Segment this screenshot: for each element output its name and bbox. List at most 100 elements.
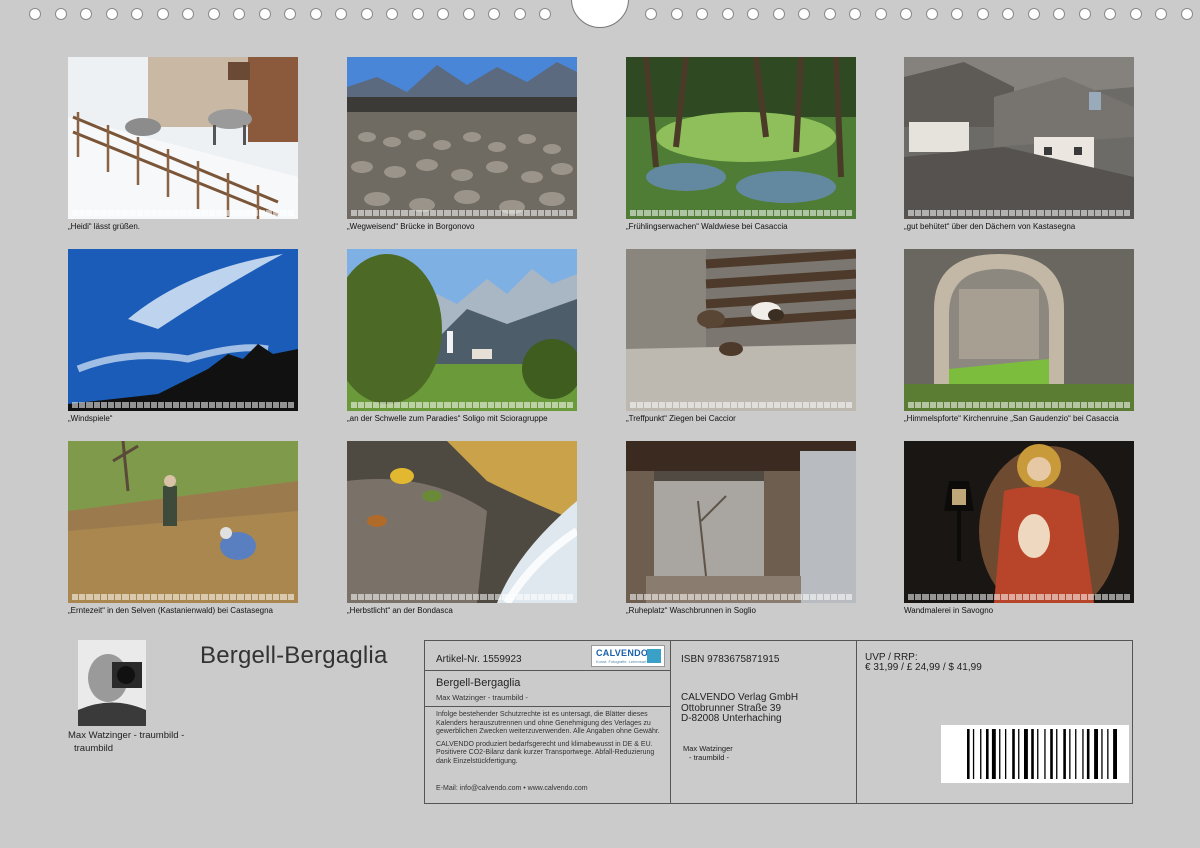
- binding-hole: [1130, 8, 1142, 20]
- article-number: Artikel-Nr. 1559923: [436, 654, 522, 665]
- binding-hole: [106, 8, 118, 20]
- barcode-bar: [1012, 729, 1015, 779]
- photo-card: Wandmalerei in Savogno: [904, 441, 1134, 616]
- photo-wandmalerei: [904, 441, 1134, 603]
- barcode-bar: [1056, 729, 1058, 779]
- barcode-bar: [1069, 729, 1071, 779]
- legal-text: Infolge bestehender Schutzrechte ist es …: [425, 707, 670, 766]
- photo-wegweisend: [347, 57, 577, 219]
- author-line-1: Max Watzinger - traumbild -: [68, 730, 185, 741]
- logo-mark-icon: [647, 649, 661, 663]
- binding-hole: [951, 8, 963, 20]
- barcode-bar: [1037, 729, 1039, 779]
- binding-hole: [747, 8, 759, 20]
- publisher-name: CALVENDO Verlag GmbH: [681, 692, 799, 703]
- binding-hole: [412, 8, 424, 20]
- photo-caption: „Himmelspforte“ Kirchenruine „San Gauden…: [904, 414, 1119, 423]
- binding-hole: [926, 8, 938, 20]
- barcode-bar: [980, 729, 982, 779]
- binding-hole: [335, 8, 347, 20]
- photo-card: „Erntezeit“ in den Selven (Kastanienwald…: [68, 441, 298, 616]
- photo-ruheplatz: [626, 441, 856, 603]
- binding-hole: [824, 8, 836, 20]
- barcode-bar: [1044, 729, 1046, 779]
- photo-card: „Frühlingserwachen“ Waldwiese bei Casacc…: [626, 57, 856, 232]
- info-column-price: UVP / RRP: € 31,99 / £ 24,99 / $ 41,99: [857, 641, 1133, 803]
- binding-hole: [463, 8, 475, 20]
- binding-hole: [182, 8, 194, 20]
- binding-hole: [539, 8, 551, 20]
- barcode-bar: [1107, 729, 1109, 779]
- barcode-bar: [1086, 729, 1090, 779]
- photo-erntezeit: [68, 441, 298, 603]
- binding-hole: [671, 8, 683, 20]
- photo-treffpunkt: [626, 249, 856, 411]
- photo-card: „gut behütet“ über den Dächern von Kasta…: [904, 57, 1134, 232]
- binding-hole: [1155, 8, 1167, 20]
- barcode-bar: [1050, 729, 1053, 779]
- info-column-product: Artikel-Nr. 1559923 CALVENDO Kunst. Foto…: [425, 641, 671, 803]
- binding-hole: [488, 8, 500, 20]
- photo-fruehlingserwachen: [626, 57, 856, 219]
- photo-caption: „Erntezeit“ in den Selven (Kastanienwald…: [68, 606, 274, 615]
- product-title-row: Bergell-Bergaglia Max Watzinger - traumb…: [425, 671, 670, 707]
- publisher-city: D-82008 Unterhaching: [681, 713, 782, 724]
- binding-hole: [131, 8, 143, 20]
- photo-himmelspforte: [904, 249, 1134, 411]
- binding-hole: [1079, 8, 1091, 20]
- barcode-bar: [991, 729, 996, 779]
- author-name: Max Watzinger - traumbild - traumbild: [68, 729, 184, 755]
- product-title: Bergell-Bergaglia: [436, 677, 521, 689]
- binding-hole: [29, 8, 41, 20]
- logo-text: CALVENDO: [596, 648, 649, 658]
- photo-card: „an der Schwelle zum Paradies“ Soligo mi…: [347, 249, 577, 424]
- barcode-bar: [1075, 729, 1077, 779]
- info-column-publisher: ISBN 9783675871915 CALVENDO Verlag GmbH …: [671, 641, 857, 803]
- article-row: Artikel-Nr. 1559923 CALVENDO Kunst. Foto…: [425, 641, 670, 671]
- barcode-bar: [1024, 729, 1028, 779]
- calendar-title: Bergell-Bergaglia: [200, 642, 388, 669]
- publisher-author-label: - traumbild -: [689, 753, 730, 762]
- binding-hole: [208, 8, 220, 20]
- barcode-bar: [972, 729, 975, 779]
- photo-card: „Herbstlicht“ an der Bondasca: [347, 441, 577, 616]
- binding-hole: [1053, 8, 1065, 20]
- legal-paragraph-2: CALVENDO produziert bedarfsgerecht und k…: [436, 740, 655, 765]
- photo-caption: „Frühlingserwachen“ Waldwiese bei Casacc…: [626, 222, 788, 231]
- photo-card: „Himmelspforte“ Kirchenruine „San Gauden…: [904, 249, 1134, 424]
- binding-hole: [696, 8, 708, 20]
- barcode-bar: [967, 729, 970, 779]
- binding-hole: [722, 8, 734, 20]
- barcode-bar: [1005, 729, 1007, 779]
- photo-caption: „Ruheplatz“ Waschbrunnen in Soglio: [626, 606, 756, 615]
- logo-tagline: Kunst. Fotografie. Lebensart: [596, 659, 647, 664]
- photo-card: „Heidi“ lässt grüßen.: [68, 57, 298, 232]
- publisher-author: Max Watzinger - traumbild -: [683, 744, 733, 762]
- barcode-bar: [1082, 729, 1084, 779]
- photo-grid: „Heidi“ lässt grüßen. „Wegweisend“ Brück…: [68, 57, 1134, 617]
- barcode-bar: [1018, 729, 1020, 779]
- photo-gut-behuetet: [904, 57, 1134, 219]
- photo-caption: Wandmalerei in Savogno: [904, 606, 994, 615]
- photo-card: „Treffpunkt“ Ziegen bei Caccior: [626, 249, 856, 424]
- author-portrait: [78, 640, 146, 726]
- binding-hole: [773, 8, 785, 20]
- barcode-bar: [1094, 729, 1098, 779]
- binding-hole: [514, 8, 526, 20]
- binding-hole: [284, 8, 296, 20]
- publisher-author-name: Max Watzinger: [683, 744, 733, 753]
- publisher-address: CALVENDO Verlag GmbH Ottobrunner Straße …: [681, 692, 799, 725]
- binding-hole: [80, 8, 92, 20]
- photo-caption: „gut behütet“ über den Dächern von Kasta…: [904, 222, 1076, 231]
- binding-hole: [1002, 8, 1014, 20]
- isbn: ISBN 9783675871915: [681, 654, 780, 665]
- price-value: € 31,99 / £ 24,99 / $ 41,99: [865, 662, 982, 673]
- photo-caption: „an der Schwelle zum Paradies“ Soligo mi…: [347, 414, 548, 423]
- legal-paragraph-1: Infolge bestehender Schutzrechte ist es …: [436, 711, 660, 735]
- binding-hole: [1104, 8, 1116, 20]
- binding-hole: [1181, 8, 1193, 20]
- barcode-bar: [1031, 729, 1034, 779]
- binding-hole: [55, 8, 67, 20]
- binding-hole: [645, 8, 657, 20]
- binding-hole: [361, 8, 373, 20]
